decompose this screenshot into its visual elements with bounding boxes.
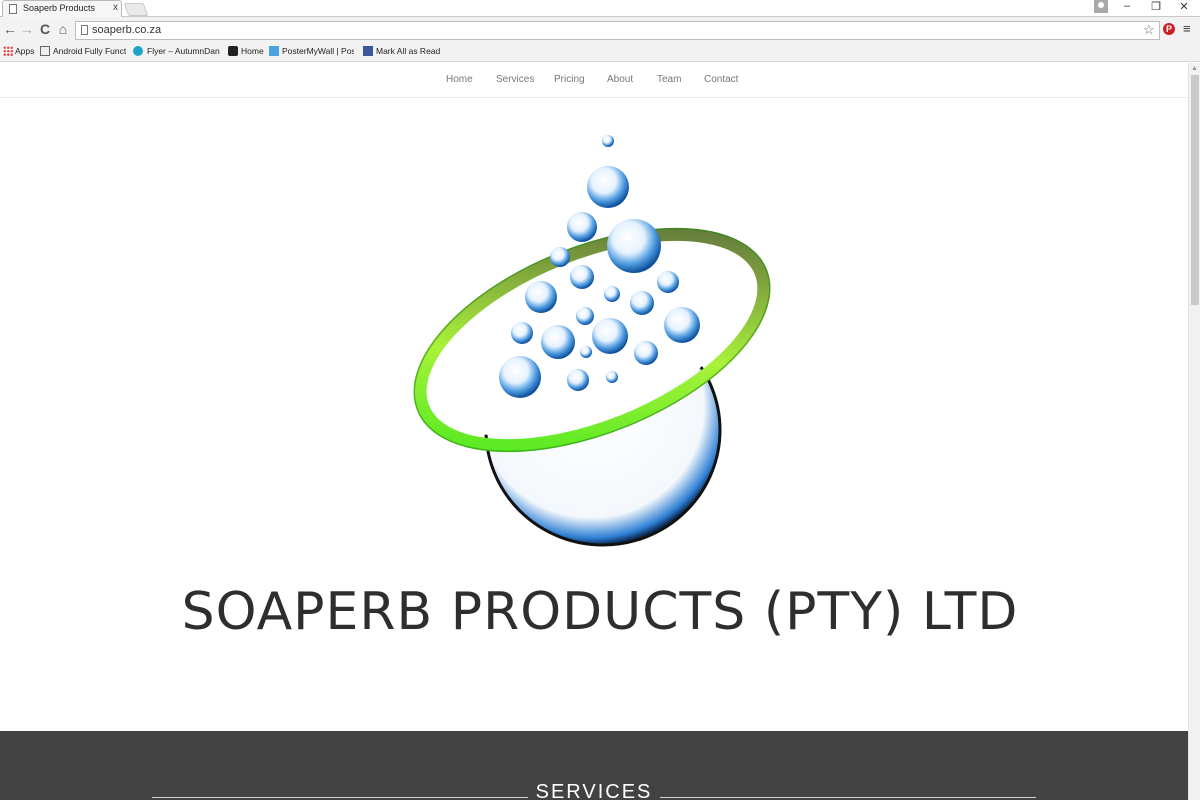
bookmark-android[interactable]: Android Fully Functio (53, 46, 126, 56)
restore-icon[interactable]: ❐ (1148, 0, 1164, 13)
scrollbar-thumb[interactable] (1191, 75, 1199, 305)
nav-about[interactable]: About (607, 74, 633, 85)
page-icon (9, 4, 17, 14)
divider-right (660, 797, 1036, 798)
close-window-icon[interactable]: ✕ (1176, 0, 1192, 13)
nav-home[interactable]: Home (446, 74, 473, 85)
tab-title: Soaperb Products (23, 3, 96, 13)
chrome-menu-icon[interactable]: ≡ (1183, 21, 1191, 36)
services-title: SERVICES (535, 781, 653, 803)
site-navigation: Home Services Pricing About Team Contact (0, 63, 1188, 98)
scroll-up-icon[interactable]: ▲ (1191, 65, 1198, 72)
bookmark-apps[interactable]: Apps (15, 46, 34, 56)
bookmark-mark-all-read[interactable]: Mark All as Read (376, 46, 440, 56)
new-tab-button[interactable] (123, 3, 149, 16)
bookmark-home[interactable]: Home (241, 46, 264, 56)
bookmarks-bar: Apps Android Fully Functio Flyer – Autum… (0, 42, 1200, 62)
home-icon[interactable]: ⌂ (56, 21, 70, 37)
folder-icon (40, 46, 50, 56)
bookmark-flyer[interactable]: Flyer – AutumnDance (147, 46, 220, 56)
tab-strip: Soaperb Products x – ❐ ✕ (0, 0, 1200, 17)
forward-icon[interactable]: → (20, 21, 34, 37)
bookmark-postermywall[interactable]: PosterMyWall | Poster (282, 46, 354, 56)
postermywall-icon (269, 46, 279, 56)
minimize-icon[interactable]: – (1119, 0, 1135, 12)
nav-team[interactable]: Team (657, 74, 681, 85)
circle-c-icon (133, 46, 143, 56)
page-scrollbar[interactable]: ▲ (1188, 63, 1200, 800)
bookmark-star-icon[interactable]: ☆ (1143, 22, 1155, 38)
apps-grid-icon (3, 46, 13, 56)
back-icon[interactable]: ← (3, 21, 17, 37)
facebook-icon (363, 46, 373, 56)
company-logo (413, 135, 771, 547)
page-icon (81, 25, 88, 35)
browser-tab[interactable]: Soaperb Products x (2, 0, 122, 17)
profile-icon[interactable] (1094, 0, 1108, 13)
company-name-heading: SOAPERB PRODUCTS (PTY) LTD (181, 582, 1019, 642)
pinterest-icon[interactable]: P (1163, 23, 1175, 35)
address-bar[interactable]: soaperb.co.za (75, 21, 1160, 40)
url-text: soaperb.co.za (92, 24, 162, 36)
nav-services[interactable]: Services (496, 74, 534, 85)
tab-close-icon[interactable]: x (113, 2, 118, 13)
b-square-icon (228, 46, 238, 56)
reload-icon[interactable]: C (38, 21, 52, 37)
nav-pricing[interactable]: Pricing (554, 74, 585, 85)
nav-contact[interactable]: Contact (704, 74, 738, 85)
services-section: SERVICES (0, 731, 1188, 803)
